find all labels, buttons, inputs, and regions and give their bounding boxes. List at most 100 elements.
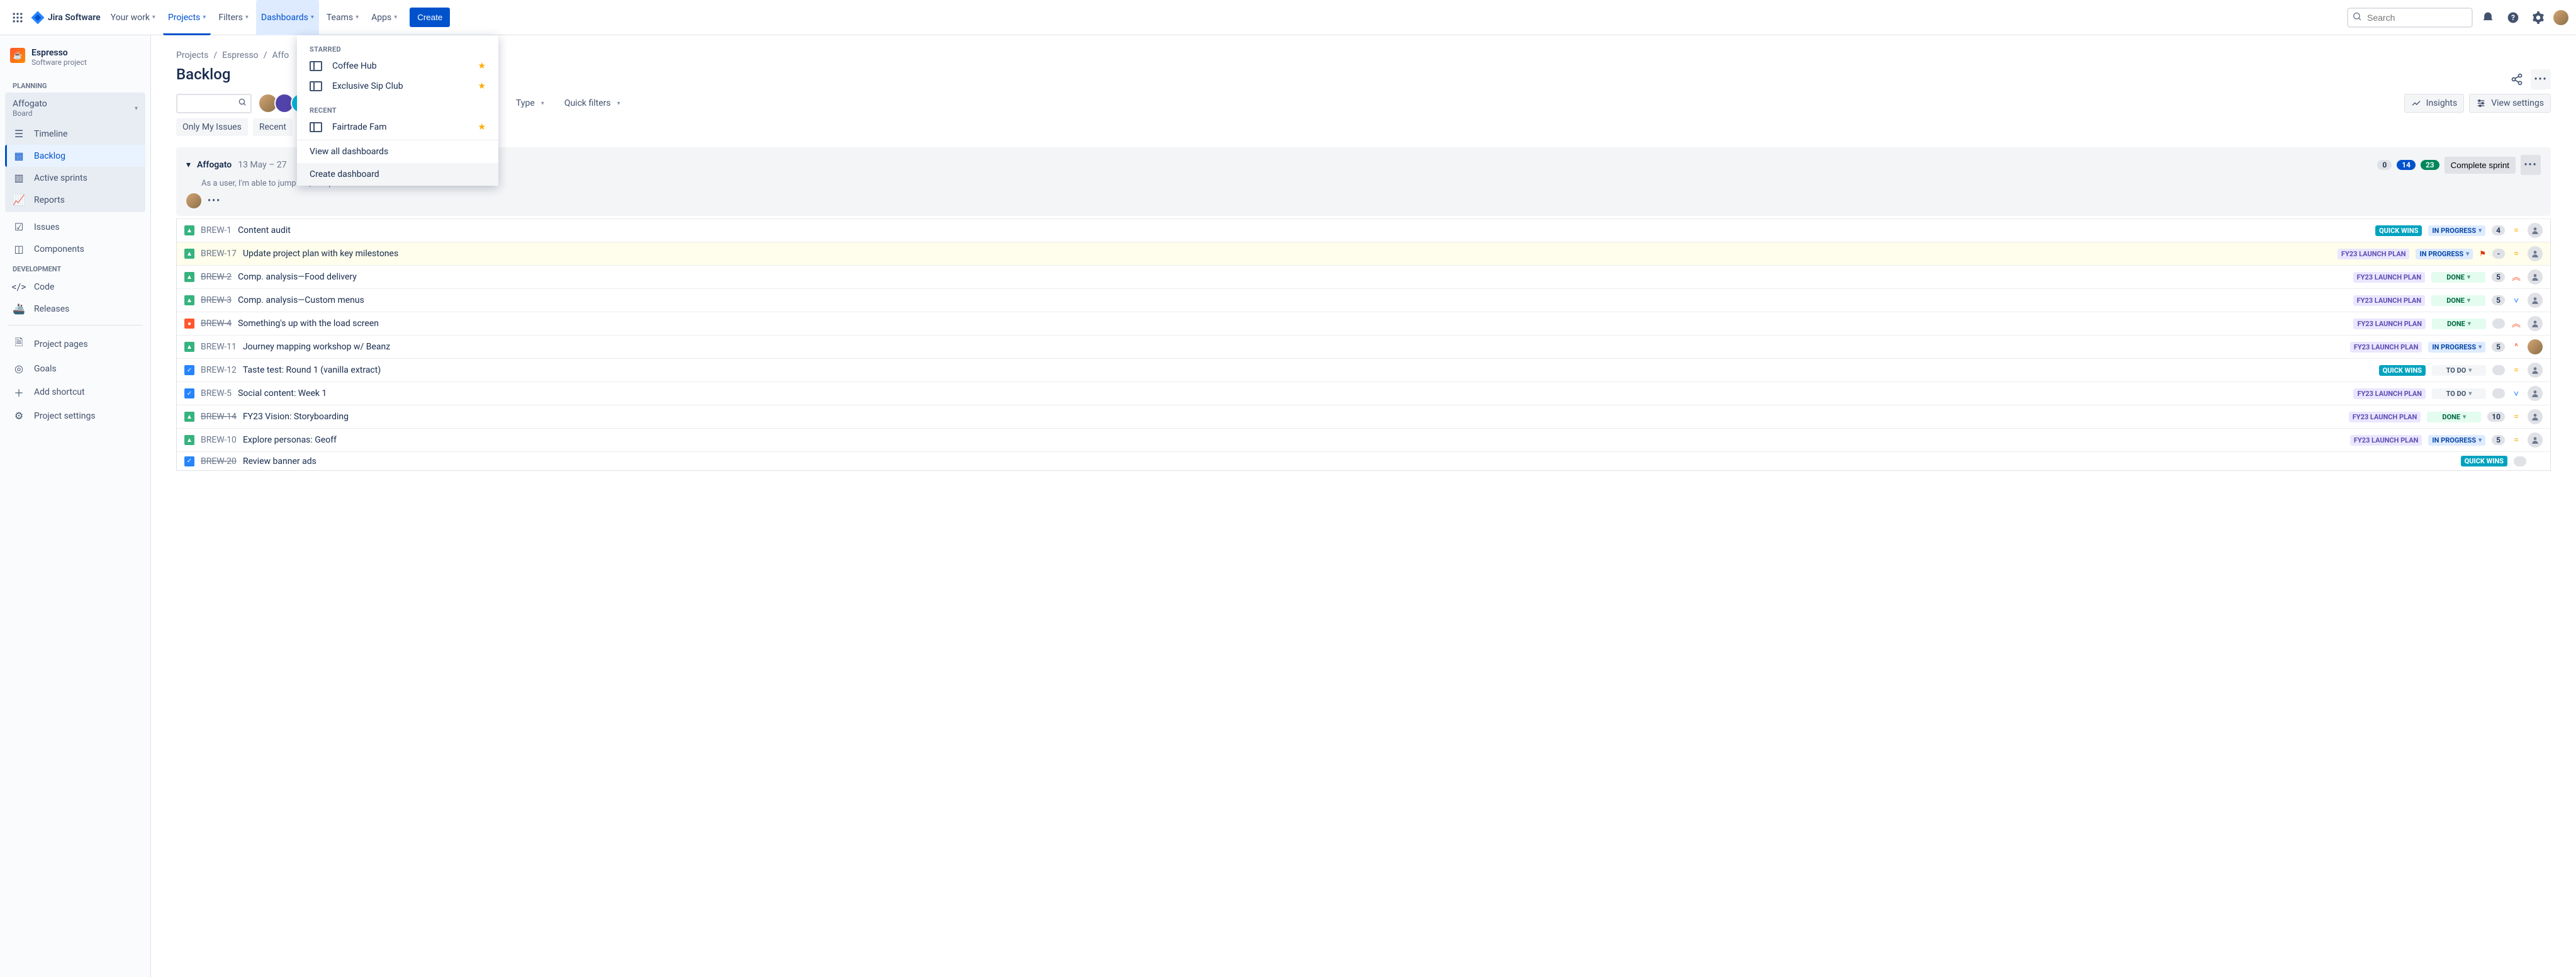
quick-filters-dropdown[interactable]: Quick filters▾ (559, 98, 625, 108)
estimate-badge[interactable]: 5 (2492, 435, 2505, 445)
epic-badge[interactable]: FY23 LAUNCH PLAN (2350, 435, 2422, 446)
status-badge[interactable]: DONE ▾ (2432, 319, 2486, 329)
estimate-badge[interactable] (2492, 319, 2505, 329)
nav-item-apps[interactable]: Apps▾ (366, 0, 402, 35)
complete-sprint-button[interactable]: Complete sprint (2444, 157, 2516, 174)
assignee-avatar[interactable] (2528, 409, 2543, 424)
issue-summary[interactable]: Update project plan with key milestones (243, 249, 398, 259)
help-icon[interactable]: ? (2503, 8, 2523, 28)
more-actions-icon[interactable]: ••• (2531, 69, 2551, 89)
sprint-name[interactable]: Affogato (197, 160, 232, 170)
assignee-avatar[interactable] (2528, 432, 2543, 448)
issue-row[interactable]: ▲BREW-2Comp. analysis—Food deliveryFY23 … (177, 265, 2550, 288)
epic-badge[interactable]: QUICK WINS (2461, 456, 2507, 466)
issue-row[interactable]: ▲BREW-17Update project plan with key mil… (177, 242, 2550, 265)
quick-filter-recently[interactable]: Recent (253, 118, 293, 136)
issue-key[interactable]: BREW-1 (201, 225, 232, 235)
nav-item-dashboards[interactable]: Dashboards▾ (256, 0, 319, 35)
issue-row[interactable]: ✓BREW-5Social content: Week 1FY23 LAUNCH… (177, 381, 2550, 405)
sprint-actions-icon[interactable]: ••• (208, 196, 221, 206)
issue-key[interactable]: BREW-4 (201, 319, 232, 329)
epic-badge[interactable]: FY23 LAUNCH PLAN (2353, 319, 2426, 329)
estimate-badge[interactable]: 5 (2492, 342, 2505, 352)
issue-key[interactable]: BREW-3 (201, 295, 232, 305)
estimate-badge[interactable] (2492, 388, 2505, 398)
epic-badge[interactable]: FY23 LAUNCH PLAN (2353, 388, 2426, 399)
issue-row[interactable]: ▲BREW-3Comp. analysis—Custom menusFY23 L… (177, 288, 2550, 312)
create-dashboard[interactable]: Create dashboard (297, 163, 498, 186)
quick-filter-only-my-issues[interactable]: Only My Issues (176, 118, 248, 136)
estimate-badge[interactable]: 4 (2492, 225, 2505, 235)
issue-summary[interactable]: Taste test: Round 1 (vanilla extract) (243, 365, 381, 375)
issue-summary[interactable]: Explore personas: Geoff (243, 435, 337, 445)
estimate-badge[interactable]: 5 (2492, 295, 2505, 305)
assignee-avatar[interactable] (2528, 363, 2543, 378)
issue-key[interactable]: BREW-11 (201, 342, 237, 352)
sidebar-item-project-pages[interactable]: 🗎Project pages (5, 330, 145, 358)
sidebar-item-project-settings[interactable]: ⚙Project settings (5, 405, 145, 427)
settings-icon[interactable] (2528, 8, 2548, 28)
view-settings-button[interactable]: View settings (2469, 94, 2551, 113)
issue-key[interactable]: BREW-5 (201, 388, 232, 398)
issue-key[interactable]: BREW-10 (201, 435, 237, 445)
nav-item-teams[interactable]: Teams▾ (322, 0, 364, 35)
sidebar-item-code[interactable]: </>Code (5, 276, 145, 298)
issue-key[interactable]: BREW-20 (201, 456, 237, 466)
issue-row[interactable]: ▲BREW-11Journey mapping workshop w/ Bean… (177, 335, 2550, 358)
status-badge[interactable]: IN PROGRESS ▾ (2428, 342, 2485, 353)
sidebar-item-issues[interactable]: ☑Issues (5, 216, 145, 238)
status-badge[interactable]: DONE ▾ (2427, 412, 2481, 422)
issue-row[interactable]: ▲BREW-1Content auditQUICK WINSIN PROGRES… (177, 218, 2550, 242)
share-icon[interactable] (2507, 69, 2527, 89)
sprint-owner-avatar[interactable] (186, 193, 201, 208)
sidebar-item-backlog[interactable]: ▦Backlog (5, 145, 145, 167)
issue-summary[interactable]: Content audit (238, 225, 291, 235)
assignee-avatar[interactable] (2528, 246, 2543, 261)
nav-item-filters[interactable]: Filters▾ (213, 0, 254, 35)
estimate-badge[interactable]: - (2492, 249, 2505, 259)
estimate-badge[interactable]: 10 (2487, 412, 2505, 422)
issue-summary[interactable]: Comp. analysis—Food delivery (238, 272, 357, 282)
status-badge[interactable]: IN PROGRESS ▾ (2416, 249, 2473, 259)
status-badge[interactable]: TO DO ▾ (2432, 388, 2486, 399)
sidebar-item-reports[interactable]: 📈Reports (5, 189, 145, 211)
issue-row[interactable]: ✓BREW-12Taste test: Round 1 (vanilla ext… (177, 358, 2550, 381)
assignee-avatar[interactable] (2528, 339, 2543, 354)
assignee-avatar[interactable] (2528, 293, 2543, 308)
sidebar-item-releases[interactable]: 🚢Releases (5, 298, 145, 320)
app-switcher-icon[interactable] (8, 8, 28, 28)
epic-badge[interactable]: FY23 LAUNCH PLAN (2349, 412, 2421, 422)
issue-key[interactable]: BREW-17 (201, 249, 237, 259)
nav-item-your-work[interactable]: Your work▾ (106, 0, 160, 35)
epic-badge[interactable]: QUICK WINS (2375, 225, 2422, 236)
dashboard-item[interactable]: Exclusive Sip Club★ (297, 76, 498, 96)
breadcrumb-board[interactable]: Affo (272, 50, 289, 60)
sidebar-item-goals[interactable]: ◎Goals (5, 358, 145, 380)
issue-summary[interactable]: Something's up with the load screen (238, 319, 379, 329)
star-icon[interactable]: ★ (478, 61, 486, 71)
estimate-badge[interactable] (2514, 456, 2526, 466)
issue-row[interactable]: ✓BREW-20Review banner adsQUICK WINS (177, 451, 2550, 470)
epic-badge[interactable]: FY23 LAUNCH PLAN (2353, 272, 2426, 283)
view-all-dashboards[interactable]: View all dashboards (297, 140, 498, 163)
issue-key[interactable]: BREW-2 (201, 272, 232, 282)
notifications-icon[interactable] (2478, 8, 2498, 28)
sprint-more-icon[interactable]: ••• (2521, 155, 2541, 175)
breadcrumb-projects[interactable]: Projects (176, 50, 208, 60)
dashboard-item[interactable]: Fairtrade Fam★ (297, 117, 498, 137)
sidebar-item-components[interactable]: ◫Components (5, 238, 145, 260)
create-button[interactable]: Create (410, 8, 450, 27)
epic-badge[interactable]: QUICK WINS (2379, 365, 2426, 376)
estimate-badge[interactable] (2492, 365, 2505, 375)
epic-badge[interactable]: FY23 LAUNCH PLAN (2350, 342, 2422, 353)
profile-avatar[interactable] (2553, 10, 2568, 25)
issue-summary[interactable]: Comp. analysis—Custom menus (238, 295, 364, 305)
assignee-avatar[interactable] (2528, 269, 2543, 285)
status-badge[interactable]: IN PROGRESS ▾ (2428, 435, 2485, 446)
assignee-avatar[interactable] (2528, 386, 2543, 401)
issue-summary[interactable]: Journey mapping workshop w/ Beanz (243, 342, 390, 352)
status-badge[interactable]: DONE ▾ (2431, 272, 2485, 283)
assignee-avatar[interactable] (2528, 223, 2543, 238)
project-header[interactable]: ☕ Espresso Software project (5, 48, 145, 77)
insights-button[interactable]: Insights (2404, 94, 2465, 113)
